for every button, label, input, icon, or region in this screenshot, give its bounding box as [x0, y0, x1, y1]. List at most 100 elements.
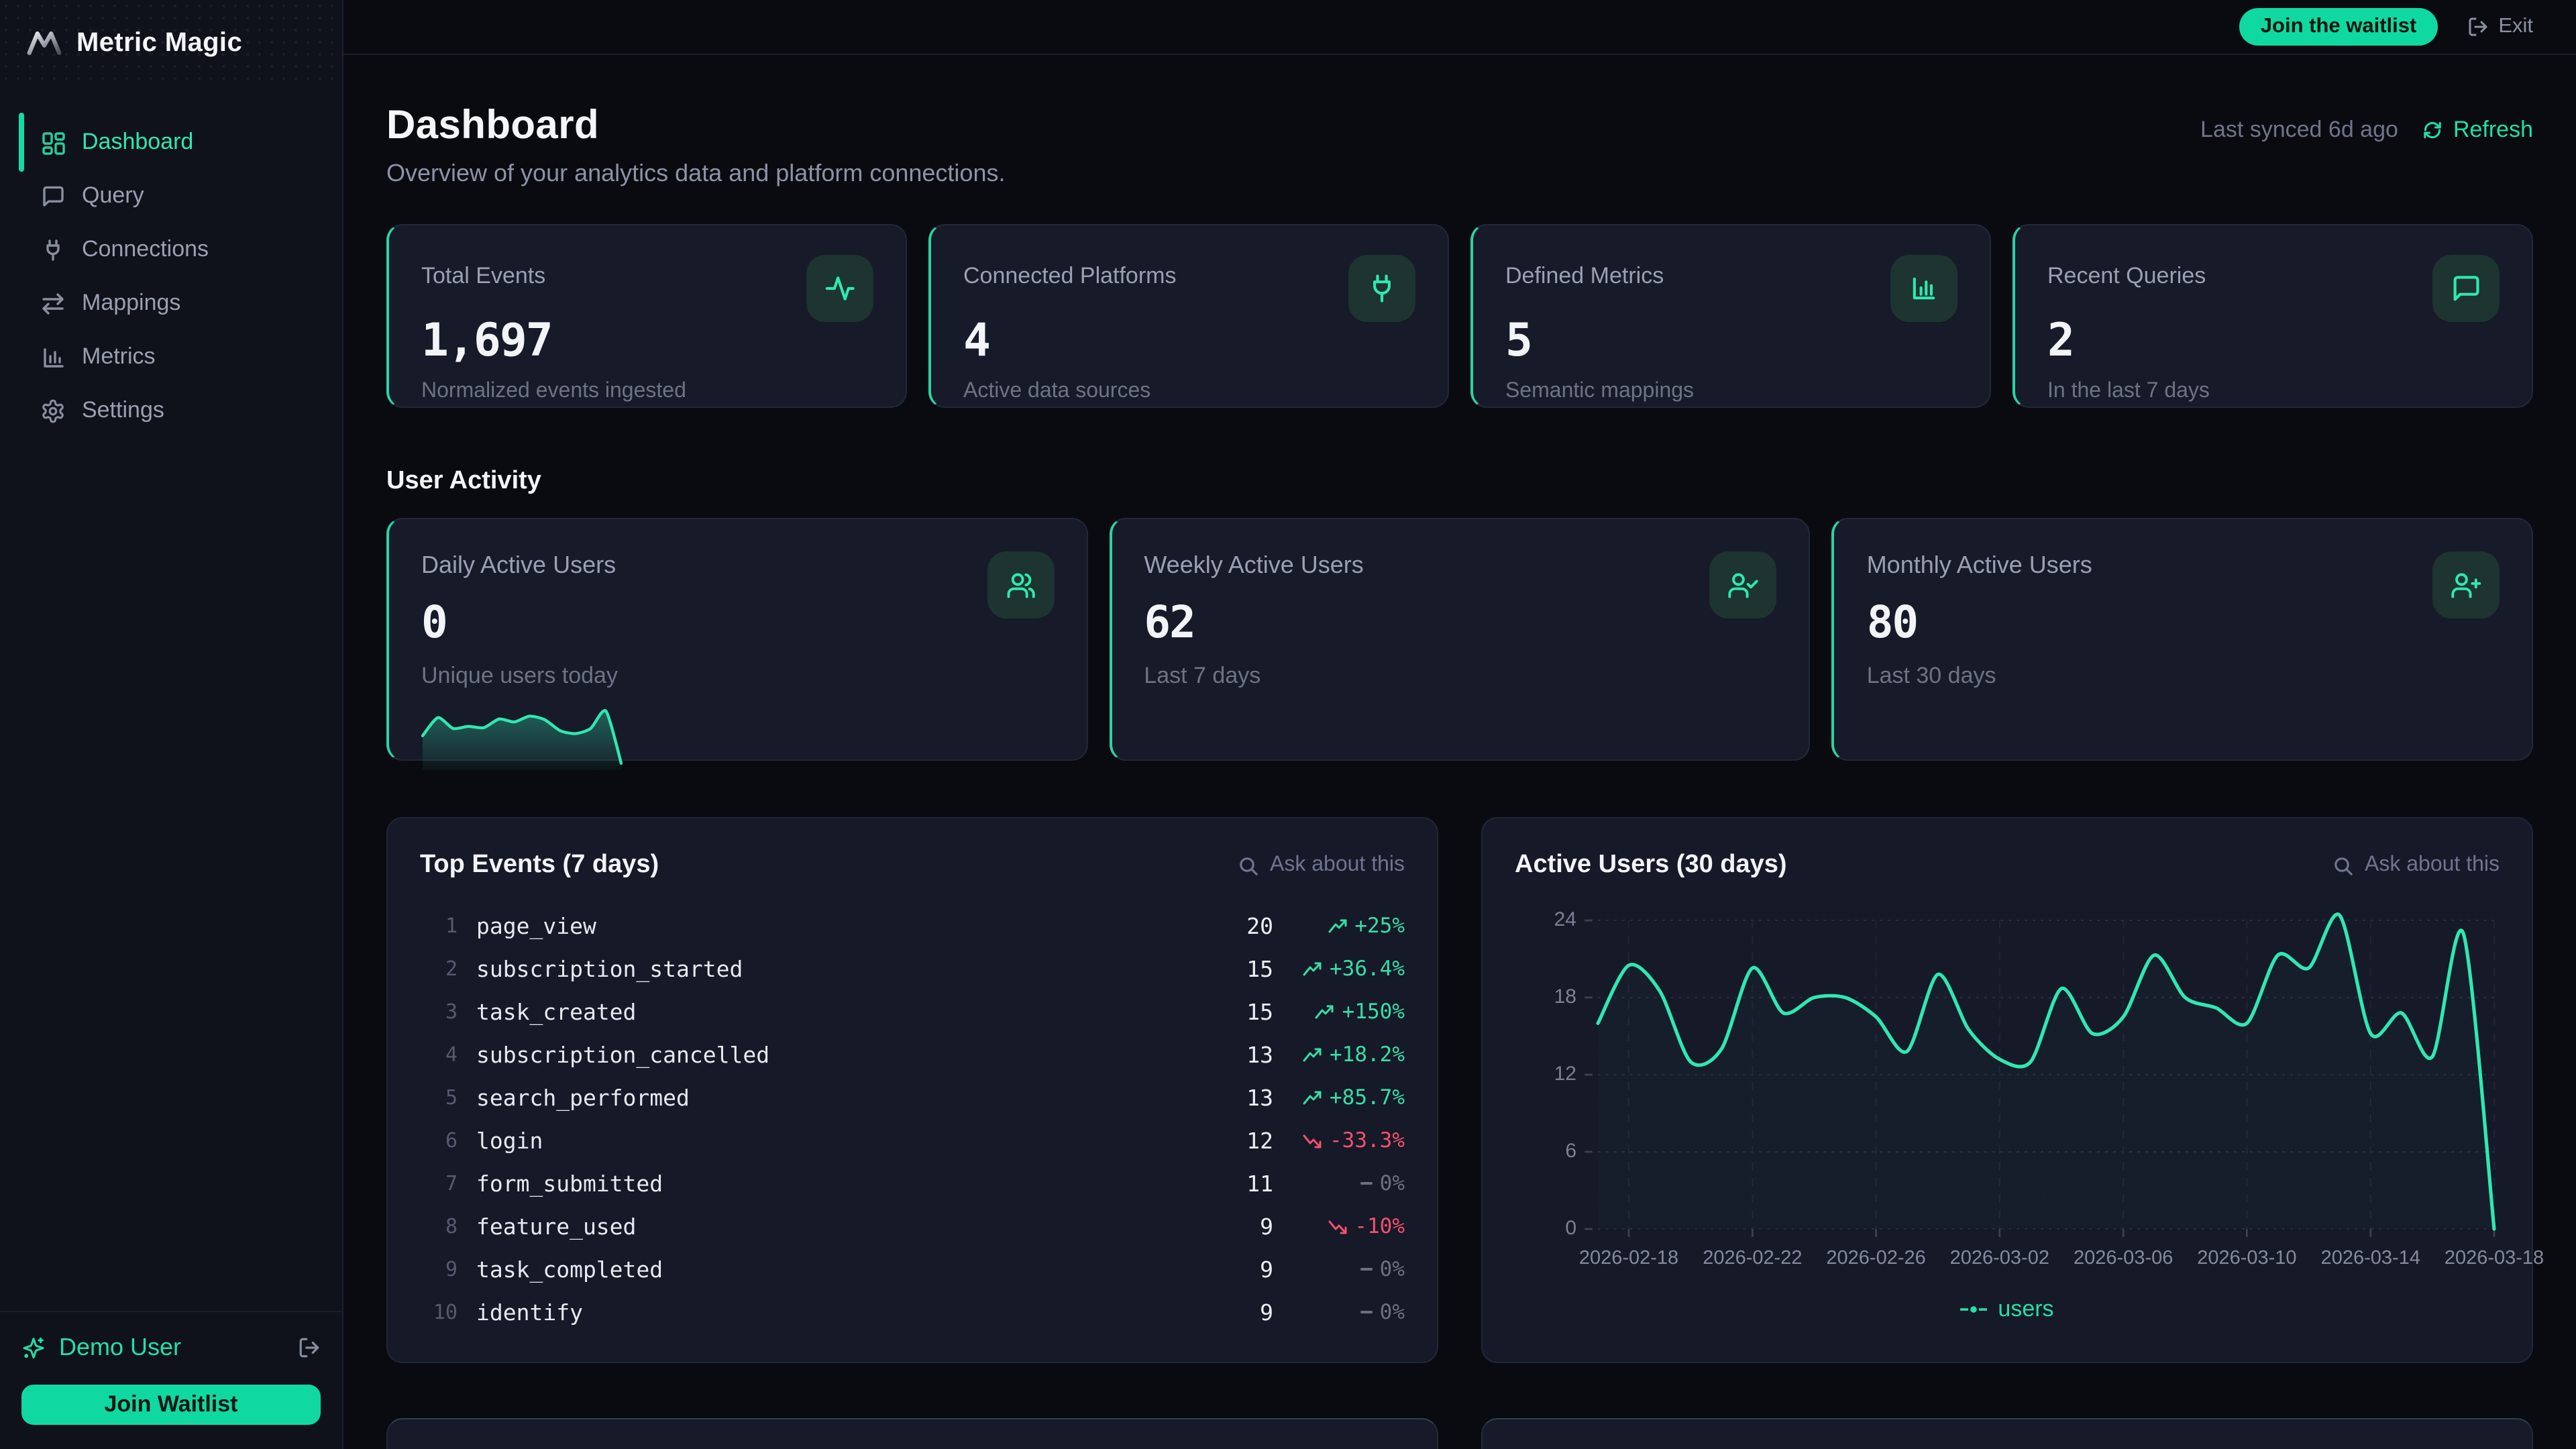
event-value: 13	[1198, 1042, 1273, 1067]
event-name: identify	[476, 1299, 583, 1325]
activity-sub: Last 30 days	[1867, 663, 2500, 690]
sidebar-item-label: Query	[82, 182, 144, 209]
monthly-active-users-card: Monthly Active Users 80 Last 30 days	[1832, 518, 2533, 761]
event-rank: 4	[420, 1042, 458, 1067]
logout-icon[interactable]	[298, 1336, 321, 1359]
svg-text:2026-03-02: 2026-03-02	[1950, 1247, 2049, 1269]
activity-label: Weekly Active Users	[1144, 551, 1776, 580]
stat-label: Recent Queries	[2047, 255, 2206, 290]
svg-text:2026-02-18: 2026-02-18	[1579, 1247, 1678, 1269]
join-the-waitlist-button[interactable]: Join the waitlist	[2239, 8, 2438, 46]
sidebar-item-label: Connections	[82, 236, 209, 263]
dashboard-content: Dashboard Overview of your analytics dat…	[343, 55, 2576, 1449]
page-head-left: Dashboard Overview of your analytics dat…	[386, 103, 1005, 188]
brand-name: Metric Magic	[76, 28, 242, 58]
join-waitlist-button[interactable]: Join Waitlist	[21, 1385, 321, 1425]
event-name: form_submitted	[476, 1171, 663, 1196]
partial-card-left	[386, 1418, 1438, 1449]
table-row: 3 task_created 15 +150%	[420, 990, 1405, 1033]
event-name: login	[476, 1128, 543, 1153]
event-value: 9	[1198, 1256, 1273, 1282]
sidebar-item-settings[interactable]: Settings	[21, 384, 326, 437]
stat-value: 5	[1505, 314, 1957, 368]
trending-down-icon	[1328, 1219, 1348, 1234]
stat-card-total-events: Total Events 1,697 Normalized events ing…	[386, 224, 907, 408]
stat-card-defined-metrics: Defined Metrics 5 Semantic mappings	[1470, 224, 1991, 408]
activity-value: 80	[1867, 596, 2500, 648]
svg-text:24: 24	[1554, 908, 1576, 930]
page-subtitle: Overview of your analytics data and plat…	[386, 160, 1005, 188]
stat-sub: Semantic mappings	[1505, 380, 1957, 404]
activity-label: Monthly Active Users	[1867, 551, 2500, 580]
bar-chart-icon	[1890, 255, 1957, 322]
page-head: Dashboard Overview of your analytics dat…	[386, 103, 2533, 188]
dashboard-icon	[40, 129, 66, 155]
event-name: task_completed	[476, 1256, 663, 1282]
user-check-icon	[1710, 551, 1777, 619]
refresh-button[interactable]: Refresh	[2422, 117, 2533, 144]
event-delta: -10%	[1273, 1214, 1405, 1238]
sidebar-item-connections[interactable]: Connections	[21, 223, 326, 276]
panel-title: Top Events (7 days)	[420, 851, 659, 880]
search-icon	[1238, 855, 1258, 875]
top-events-panel: Top Events (7 days) Ask about this	[386, 817, 1438, 1363]
event-delta: +150%	[1273, 1000, 1405, 1024]
table-row: 1 page_view 20 +25%	[420, 904, 1405, 947]
event-rank: 9	[420, 1257, 458, 1281]
daily-active-users-card: Daily Active Users 0 Unique users today	[386, 518, 1087, 761]
svg-text:6: 6	[1565, 1140, 1576, 1162]
last-synced: Last synced 6d ago	[2200, 117, 2398, 144]
svg-text:2026-03-14: 2026-03-14	[2321, 1247, 2420, 1269]
sidebar-item-mappings[interactable]: Mappings	[21, 276, 326, 330]
stat-value: 2	[2047, 314, 2500, 368]
sidebar-item-query[interactable]: Query	[21, 169, 326, 223]
partial-card-right	[1481, 1418, 2533, 1449]
metric-magic-logo-icon	[27, 28, 62, 58]
trending-up-icon	[1316, 1004, 1336, 1019]
event-rank: 1	[420, 914, 458, 938]
trending-down-icon	[1303, 1133, 1323, 1148]
activity-row: Daily Active Users 0 Unique users today …	[386, 518, 2533, 761]
chart-wrap: 061218242026-02-182026-02-222026-02-2620…	[1515, 891, 2500, 1291]
svg-text:2026-03-06: 2026-03-06	[2074, 1247, 2173, 1269]
stats-row: Total Events 1,697 Normalized events ing…	[386, 224, 2533, 408]
event-name: subscription_cancelled	[476, 1042, 769, 1067]
event-value: 15	[1198, 956, 1273, 981]
event-name: subscription_started	[476, 956, 743, 981]
active-users-panel: Active Users (30 days) Ask about this 06…	[1481, 817, 2533, 1363]
username: Demo User	[59, 1334, 181, 1362]
user-plus-icon	[2432, 551, 2500, 619]
exit-button[interactable]: Exit	[2467, 15, 2533, 39]
svg-text:18: 18	[1554, 985, 1576, 1008]
event-delta: +36.4%	[1273, 957, 1405, 981]
svg-text:0: 0	[1565, 1217, 1576, 1239]
stat-label: Defined Metrics	[1505, 255, 1664, 290]
event-delta: +25%	[1273, 914, 1405, 938]
sidebar-item-metrics[interactable]: Metrics	[21, 330, 326, 384]
activity-sub: Last 7 days	[1144, 663, 1776, 690]
event-value: 13	[1198, 1085, 1273, 1110]
ask-about-this-button[interactable]: Ask about this	[1238, 853, 1405, 877]
event-name: search_performed	[476, 1085, 690, 1110]
event-delta: +85.7%	[1273, 1085, 1405, 1110]
sidebar-item-dashboard[interactable]: Dashboard	[21, 115, 326, 169]
activity-icon	[806, 255, 873, 322]
event-name: task_created	[476, 999, 636, 1024]
event-rank: 6	[420, 1128, 458, 1152]
event-rank: 10	[420, 1300, 458, 1324]
event-delta: -33.3%	[1273, 1128, 1405, 1152]
charts-row: Top Events (7 days) Ask about this	[386, 817, 2533, 1363]
sparkles-icon	[21, 1336, 46, 1360]
arrows-swap-icon	[40, 290, 66, 316]
table-row: 2 subscription_started 15 +36.4%	[420, 947, 1405, 990]
event-delta: +18.2%	[1273, 1042, 1405, 1067]
ask-about-this-button[interactable]: Ask about this	[2332, 853, 2500, 877]
search-icon	[2332, 855, 2353, 875]
stat-sub: In the last 7 days	[2047, 380, 2500, 404]
svg-text:2026-02-22: 2026-02-22	[1703, 1247, 1802, 1269]
trending-up-icon	[1328, 918, 1348, 933]
minus-icon	[1361, 1311, 1373, 1313]
gear-icon	[40, 398, 66, 423]
plug-icon	[1348, 255, 1415, 322]
event-delta: 0%	[1273, 1257, 1405, 1281]
